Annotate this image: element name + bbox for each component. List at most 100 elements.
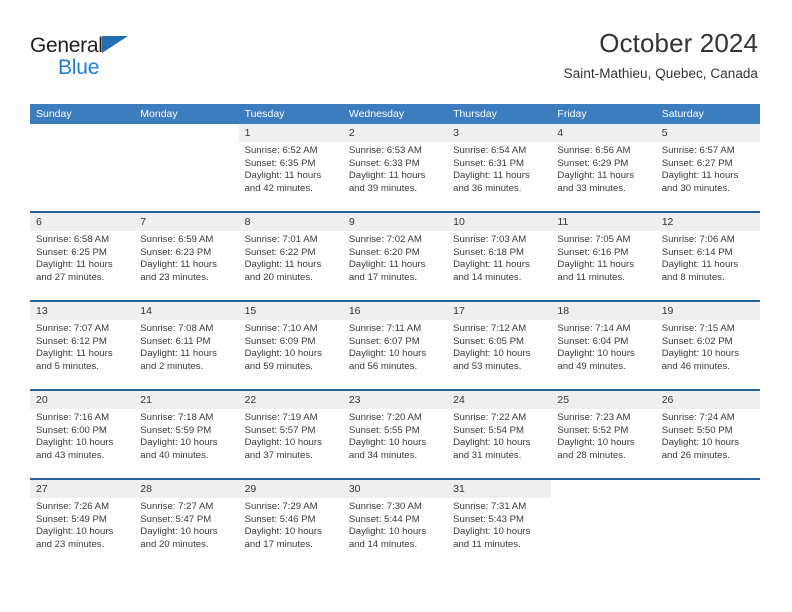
calendar-day-cell[interactable]: 24 Sunrise: 7:22 AM Sunset: 5:54 PM Dayli… [447,391,552,478]
day-number: 16 [342,302,448,320]
sun-times-info: Sunrise: 7:18 AM Sunset: 5:59 PM Dayligh… [140,412,218,461]
calendar-day-cell[interactable]: 5 Sunrise: 6:57 AM Sunset: 6:27 PM Daylig… [655,124,760,211]
day-number [551,480,655,498]
calendar-day-cell[interactable]: 20 Sunrise: 7:16 AM Sunset: 6:00 PM Dayli… [30,391,135,478]
day-number: 31 [447,480,552,498]
weekday-header-thursday: Thursday [453,108,497,120]
calendar-day-cell-empty [656,480,760,567]
sun-times-info: Sunrise: 6:58 AM Sunset: 6:25 PM Dayligh… [36,234,113,283]
page-title: October 2024 [599,28,758,58]
sun-times-info: Sunrise: 6:53 AM Sunset: 6:33 PM Dayligh… [348,145,426,194]
calendar-day-cell[interactable]: 7 Sunrise: 6:59 AM Sunset: 6:23 PM Daylig… [134,213,239,300]
weekday-header-tuesday: Tuesday [244,108,285,120]
general-blue-logo[interactable]: General Blue [30,28,128,79]
day-number: 14 [134,302,239,320]
sun-times-info: Sunrise: 6:56 AM Sunset: 6:29 PM Dayligh… [557,145,635,194]
calendar-day-cell-empty [30,124,134,211]
calendar-day-cell[interactable]: 8 Sunrise: 7:01 AM Sunset: 6:22 PM Daylig… [238,213,343,300]
sun-times-info: Sunrise: 7:29 AM Sunset: 5:46 PM Dayligh… [244,501,322,550]
sun-times-info: Sunrise: 7:31 AM Sunset: 5:43 PM Dayligh… [453,501,531,550]
day-number: 7 [134,213,239,231]
calendar-day-cell[interactable]: 23 Sunrise: 7:20 AM Sunset: 5:55 PM Dayli… [342,391,448,478]
day-number: 21 [134,391,239,409]
calendar-day-cell[interactable]: 21 Sunrise: 7:18 AM Sunset: 5:59 PM Dayli… [134,391,239,478]
calendar-day-cell[interactable]: 16 Sunrise: 7:11 AM Sunset: 6:07 PM Dayli… [342,302,448,389]
day-number: 20 [30,391,135,409]
calendar-week-row: 1 Sunrise: 6:52 AM Sunset: 6:35 PM Daylig… [30,124,760,211]
sun-times-info: Sunrise: 7:24 AM Sunset: 5:50 PM Dayligh… [661,412,740,461]
calendar-day-cell[interactable]: 10 Sunrise: 7:03 AM Sunset: 6:18 PM Dayli… [447,213,552,300]
calendar-day-cell[interactable]: 29 Sunrise: 7:29 AM Sunset: 5:46 PM Dayli… [238,480,343,567]
calendar-day-cell[interactable]: 30 Sunrise: 7:30 AM Sunset: 5:44 PM Dayli… [342,480,448,567]
day-number: 28 [134,480,239,498]
calendar-day-cell[interactable]: 25 Sunrise: 7:23 AM Sunset: 5:52 PM Dayli… [551,391,656,478]
calendar-day-cell[interactable]: 19 Sunrise: 7:15 AM Sunset: 6:02 PM Dayli… [655,302,760,389]
calendar-day-cell-empty [134,124,238,211]
sun-times-info: Sunrise: 7:26 AM Sunset: 5:49 PM Dayligh… [36,501,114,550]
calendar-day-cell[interactable]: 31 Sunrise: 7:31 AM Sunset: 5:43 PM Dayli… [447,480,552,567]
sun-times-info: Sunrise: 7:14 AM Sunset: 6:04 PM Dayligh… [557,323,635,372]
logo-top-row: General [30,34,128,56]
calendar-day-cell[interactable]: 26 Sunrise: 7:24 AM Sunset: 5:50 PM Dayli… [655,391,760,478]
sun-times-info: Sunrise: 7:22 AM Sunset: 5:54 PM Dayligh… [453,412,531,461]
calendar-day-cell[interactable]: 12 Sunrise: 7:06 AM Sunset: 6:14 PM Dayli… [655,213,760,300]
calendar-day-cell[interactable]: 27 Sunrise: 7:26 AM Sunset: 5:49 PM Dayli… [30,480,135,567]
day-number: 2 [342,124,448,142]
logo-word-general: General [30,34,103,57]
calendar-day-cell[interactable]: 4 Sunrise: 6:56 AM Sunset: 6:29 PM Daylig… [551,124,656,211]
sun-times-info [656,498,760,501]
calendar-day-cell[interactable]: 18 Sunrise: 7:14 AM Sunset: 6:04 PM Dayli… [551,302,656,389]
weekday-header-monday: Monday [140,108,178,120]
calendar-day-cell-empty [551,480,655,567]
calendar-week-row: 27 Sunrise: 7:26 AM Sunset: 5:49 PM Dayli… [30,478,760,567]
calendar-day-cell[interactable]: 11 Sunrise: 7:05 AM Sunset: 6:16 PM Dayli… [551,213,656,300]
day-number: 6 [30,213,135,231]
calendar-day-cell[interactable]: 13 Sunrise: 7:07 AM Sunset: 6:12 PM Dayli… [30,302,135,389]
sun-times-info: Sunrise: 7:16 AM Sunset: 6:00 PM Dayligh… [36,412,114,461]
calendar-day-cell[interactable]: 28 Sunrise: 7:27 AM Sunset: 5:47 PM Dayli… [134,480,239,567]
day-number: 9 [342,213,448,231]
day-number: 29 [238,480,343,498]
calendar-day-cell[interactable]: 14 Sunrise: 7:08 AM Sunset: 6:11 PM Dayli… [134,302,239,389]
sun-times-info: Sunrise: 7:19 AM Sunset: 5:57 PM Dayligh… [244,412,322,461]
sun-times-info: Sunrise: 7:27 AM Sunset: 5:47 PM Dayligh… [140,501,218,550]
day-number [656,480,760,498]
calendar-day-cell[interactable]: 3 Sunrise: 6:54 AM Sunset: 6:31 PM Daylig… [447,124,552,211]
day-number: 4 [551,124,656,142]
weekday-header-wednesday: Wednesday [348,108,405,120]
logo-word-blue: Blue [58,56,100,79]
sun-times-info [30,142,134,145]
triangle-flag-icon [101,36,128,53]
weekday-header-sunday: Sunday [36,108,72,120]
sun-times-info: Sunrise: 7:03 AM Sunset: 6:18 PM Dayligh… [453,234,530,283]
calendar-day-cell[interactable]: 17 Sunrise: 7:12 AM Sunset: 6:05 PM Dayli… [447,302,552,389]
day-number: 25 [551,391,656,409]
day-number: 19 [655,302,760,320]
calendar-day-cell[interactable]: 22 Sunrise: 7:19 AM Sunset: 5:57 PM Dayli… [238,391,343,478]
weekday-header-row: Sunday Monday Tuesday Wednesday Thursday Frid… [30,104,760,124]
calendar-day-cell[interactable]: 1 Sunrise: 6:52 AM Sunset: 6:35 PM Daylig… [238,124,343,211]
sun-times-info: Sunrise: 7:30 AM Sunset: 5:44 PM Dayligh… [348,501,427,550]
logo-bottom-row: Blue [30,57,128,79]
day-number [134,124,238,142]
weekday-header-friday: Friday [557,108,587,120]
calendar-week-row: 6 Sunrise: 6:58 AM Sunset: 6:25 PM Daylig… [30,211,760,300]
sun-times-info: Sunrise: 6:57 AM Sunset: 6:27 PM Dayligh… [661,145,739,194]
day-number: 15 [238,302,343,320]
day-number: 22 [238,391,343,409]
sun-times-info: Sunrise: 7:23 AM Sunset: 5:52 PM Dayligh… [557,412,635,461]
day-number: 23 [342,391,448,409]
day-number: 30 [342,480,448,498]
day-number: 1 [238,124,343,142]
sun-times-info: Sunrise: 6:59 AM Sunset: 6:23 PM Dayligh… [140,234,217,283]
sun-times-info: Sunrise: 7:10 AM Sunset: 6:09 PM Dayligh… [244,323,322,372]
sun-times-info: Sunrise: 6:52 AM Sunset: 6:35 PM Dayligh… [244,145,322,194]
day-number: 13 [30,302,135,320]
sun-times-info: Sunrise: 7:20 AM Sunset: 5:55 PM Dayligh… [348,412,427,461]
sun-times-info: Sunrise: 7:05 AM Sunset: 6:16 PM Dayligh… [557,234,635,283]
calendar-day-cell[interactable]: 9 Sunrise: 7:02 AM Sunset: 6:20 PM Daylig… [342,213,448,300]
calendar-day-cell[interactable]: 6 Sunrise: 6:58 AM Sunset: 6:25 PM Daylig… [30,213,135,300]
calendar-day-cell[interactable]: 2 Sunrise: 6:53 AM Sunset: 6:33 PM Daylig… [342,124,448,211]
day-number: 12 [655,213,760,231]
calendar-day-cell[interactable]: 15 Sunrise: 7:10 AM Sunset: 6:09 PM Dayli… [238,302,343,389]
